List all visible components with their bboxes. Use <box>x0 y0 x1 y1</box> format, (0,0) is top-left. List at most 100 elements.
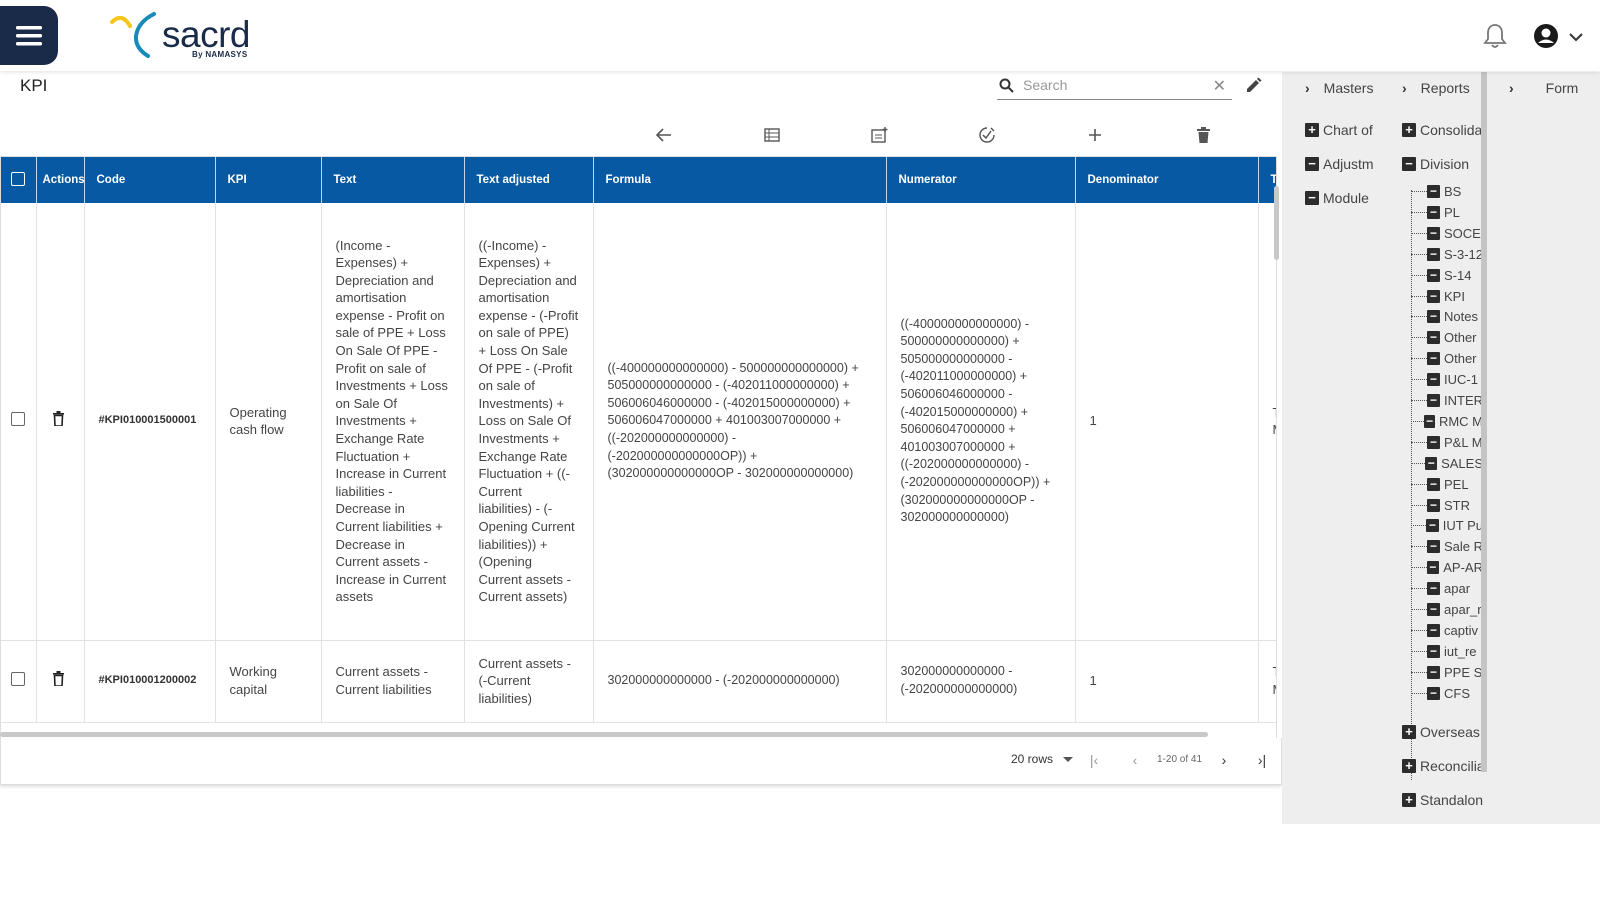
division-tree-item[interactable]: − P&L M <box>1411 435 1483 450</box>
col-header-text[interactable]: Text <box>321 157 465 203</box>
rows-per-page-select[interactable]: 20 rows <box>1011 752 1074 766</box>
nav-item-module[interactable]: − Module <box>1305 190 1369 206</box>
division-tree-item[interactable]: − captiv <box>1411 623 1483 638</box>
first-page-icon: |‹ <box>1089 752 1099 768</box>
search-field[interactable]: Search ✕ <box>997 73 1232 100</box>
division-tree-item[interactable]: − SOCE <box>1411 226 1483 241</box>
division-tree-item[interactable]: − INTER <box>1411 393 1483 408</box>
nav-header-masters[interactable]: › Masters <box>1305 80 1386 96</box>
table-row[interactable]: #KPI010001200002 Working capital Current… <box>1 640 1276 723</box>
division-tree-item[interactable]: − STR <box>1411 498 1483 513</box>
tree-item-label: PEL <box>1444 476 1469 492</box>
division-tree-item[interactable]: − Sale R <box>1411 539 1483 554</box>
chevron-right-icon: › <box>1221 752 1227 768</box>
tree-item-label: Other <box>1444 330 1477 346</box>
edit-page-button[interactable] <box>1245 77 1262 99</box>
user-menu-button[interactable] <box>1532 22 1588 50</box>
division-tree-item[interactable]: − Other <box>1411 351 1483 366</box>
horizontal-scrollbar[interactable] <box>0 732 1208 737</box>
col-header-actions[interactable]: Actions <box>36 157 85 203</box>
nav-item-standalon[interactable]: + Standalon <box>1402 792 1494 808</box>
collapse-icon: − <box>1427 665 1440 679</box>
row-checkbox[interactable] <box>11 411 25 426</box>
nav-header-form[interactable]: › Form <box>1509 80 1578 96</box>
collapse-icon: − <box>1427 310 1440 324</box>
tree-branch <box>1411 692 1427 694</box>
division-tree-item[interactable]: − apar <box>1411 581 1483 596</box>
nav-item-adjustm[interactable]: − Adjustm <box>1305 156 1374 172</box>
rows-per-page-value: 20 rows <box>1011 752 1054 766</box>
tree-item-label: Sale R <box>1443 539 1483 555</box>
division-tree-item[interactable]: − SALES <box>1411 456 1483 471</box>
division-tree-item[interactable]: − AP-AR <box>1411 560 1483 575</box>
row-checkbox[interactable] <box>11 671 25 686</box>
cell-code: #KPI010001200002 <box>84 640 216 723</box>
division-tree-item[interactable]: − PEL <box>1411 477 1483 492</box>
search-input[interactable]: Search <box>1023 77 1067 93</box>
division-tree-item[interactable]: − iut_re <box>1411 644 1483 659</box>
col-header-numerator[interactable]: Numerator <box>886 157 1076 203</box>
notifications-button[interactable] <box>1482 22 1508 50</box>
delete-button[interactable] <box>1192 124 1214 146</box>
division-tree-item[interactable]: − IUT Pu <box>1411 518 1483 533</box>
col-header-code[interactable]: Code <box>84 157 216 203</box>
tree-branch <box>1411 629 1427 631</box>
nav-header-reports[interactable]: › Reports <box>1402 80 1470 96</box>
page-range: 1-20 of 41 <box>1157 754 1203 765</box>
panel-scrollbar[interactable] <box>1481 72 1487 772</box>
division-tree-item[interactable]: − Notes <box>1411 309 1483 324</box>
collapse-icon: − <box>1425 456 1438 470</box>
division-tree-item[interactable]: − S-3-12 <box>1411 247 1483 262</box>
col-header-formula[interactable]: Formula <box>593 157 887 203</box>
collapse-icon: − <box>1426 540 1440 554</box>
collapse-icon: − <box>1427 185 1440 198</box>
table-header-row: Actions Code KPI Text Text adjusted Form… <box>1 157 1276 203</box>
clear-search-icon[interactable]: ✕ <box>1213 76 1226 96</box>
division-tree-item[interactable]: − IUC-1 <box>1411 372 1483 387</box>
back-button[interactable] <box>653 124 675 146</box>
next-page-button[interactable]: › <box>1214 750 1234 770</box>
row-delete-button[interactable] <box>52 671 64 691</box>
select-all-checkbox[interactable] <box>11 171 25 186</box>
hamburger-menu-button[interactable] <box>0 6 58 65</box>
collapse-icon: − <box>1305 157 1319 171</box>
prev-page-button[interactable]: ‹ <box>1125 750 1145 770</box>
last-page-button[interactable]: ›| <box>1252 750 1272 770</box>
pencil-icon <box>1247 77 1262 92</box>
division-tree-item[interactable]: − BS <box>1411 184 1483 199</box>
table-row[interactable]: #KPI010001500001 Operating cash flow (In… <box>1 203 1276 641</box>
row-delete-button[interactable] <box>52 411 64 431</box>
division-tree-item[interactable]: − PL <box>1411 205 1483 220</box>
nav-item-chart-of[interactable]: + Chart of <box>1305 122 1373 138</box>
col-header-kpi[interactable]: KPI <box>215 157 322 203</box>
table-view-button[interactable] <box>761 124 783 146</box>
nav-item-division[interactable]: − Division <box>1402 156 1469 172</box>
brand-tagline: By NAMASYS <box>192 50 248 59</box>
note-add-icon <box>871 127 888 143</box>
approve-button[interactable] <box>976 124 998 146</box>
add-row-button[interactable] <box>1084 124 1106 146</box>
tree-item-label: PL <box>1444 204 1460 220</box>
trash-icon <box>1196 127 1210 143</box>
col-header-text-adjusted[interactable]: Text adjusted <box>464 157 594 203</box>
bell-icon <box>1483 24 1507 48</box>
collapse-icon: − <box>1427 226 1440 240</box>
page-title: KPI <box>20 76 48 95</box>
division-tree-item[interactable]: − CFS <box>1411 686 1483 701</box>
division-tree-item[interactable]: − KPI <box>1411 289 1483 304</box>
first-page-button[interactable]: |‹ <box>1084 750 1104 770</box>
division-tree-item[interactable]: − RMC M <box>1411 414 1483 429</box>
vertical-scrollbar[interactable] <box>1274 186 1279 260</box>
cell-t: T M <box>1258 203 1276 641</box>
division-tree-item[interactable]: − S-14 <box>1411 268 1483 283</box>
tree-branch <box>1411 337 1427 339</box>
collapse-icon: − <box>1426 519 1439 533</box>
col-header-denominator[interactable]: Denominator <box>1075 157 1259 203</box>
division-tree-item[interactable]: − apar_r <box>1411 602 1483 617</box>
division-tree-item[interactable]: − PPE S <box>1411 665 1483 680</box>
tree-item-label: INTER <box>1444 393 1483 408</box>
division-tree-item[interactable]: − Other <box>1411 330 1483 345</box>
trash-icon <box>52 411 64 428</box>
tree-branch <box>1411 588 1427 590</box>
add-note-button[interactable] <box>869 124 891 146</box>
